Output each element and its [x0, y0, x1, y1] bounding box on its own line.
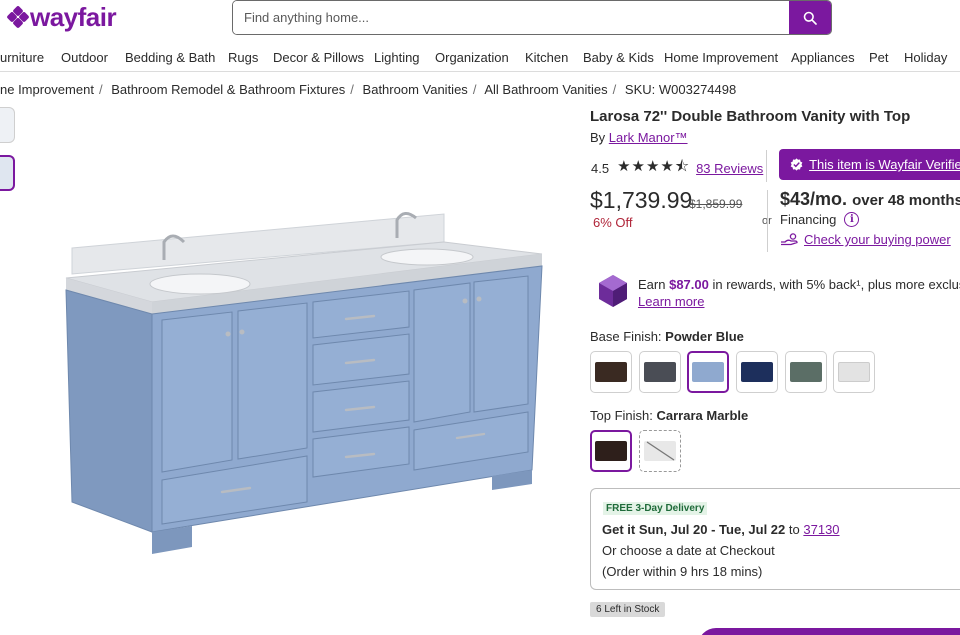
nav-item-lighting[interactable]: Lighting: [374, 50, 420, 65]
nav-item-rugs[interactable]: Rugs: [228, 50, 258, 65]
top-finish-label: Top Finish: Carrara Marble: [590, 408, 748, 423]
monthly-price: $43/mo. over 48 months: [780, 189, 960, 210]
search-bar: [232, 0, 832, 35]
rating-value: 4.5: [591, 161, 610, 176]
base-finish-swatch-white[interactable]: [833, 351, 875, 393]
top-finish-swatch-unavailable[interactable]: [639, 430, 681, 472]
nav-item-furniture[interactable]: urniture: [0, 50, 44, 65]
base-finish-value: Powder Blue: [665, 329, 744, 344]
nav-item-pet[interactable]: Pet: [869, 50, 889, 65]
breadcrumb-separator: /: [472, 82, 477, 97]
hand-coin-icon: [781, 233, 798, 246]
choose-date-text: Or choose a date at Checkout: [602, 543, 775, 558]
breadcrumb-separator: /: [612, 82, 617, 97]
nav-item-baby-kids[interactable]: Baby & Kids: [583, 50, 654, 65]
product-title: Larosa 72'' Double Bathroom Vanity with …: [590, 108, 911, 125]
verified-check-icon: [790, 158, 803, 171]
top-finish-value: Carrara Marble: [656, 408, 749, 423]
sale-price: $1,739.99: [590, 187, 693, 213]
search-button[interactable]: [789, 1, 831, 34]
financing-label: Financing: [780, 212, 837, 227]
rewards-earn-suffix: in rewards, with 5% back¹, plus more exc…: [712, 277, 960, 292]
top-finish-swatch-carrara[interactable]: [590, 430, 632, 472]
breadcrumb-sku: SKU: W003274498: [624, 82, 737, 97]
product-image[interactable]: [52, 202, 552, 582]
divider: [766, 150, 767, 182]
nav-item-decor-pillows[interactable]: Decor & Pillows: [273, 50, 364, 65]
verified-label: This item is Wayfair Verified: [809, 157, 960, 172]
delivery-box: FREE 3-Day Delivery Get it Sun, Jul 20 -…: [590, 488, 960, 590]
buying-power-row: Check your buying power: [780, 232, 951, 247]
nav-item-appliances[interactable]: Appliances: [791, 50, 855, 65]
wayfair-logo-icon: [6, 5, 30, 29]
logo-wordmark: wayfair: [30, 1, 117, 32]
unavailable-slash-icon: [646, 441, 675, 461]
free-delivery-badge: FREE 3-Day Delivery: [603, 502, 708, 515]
wayfair-verified-badge[interactable]: This item is Wayfair Verified: [779, 149, 960, 180]
base-finish-swatch-gray[interactable]: [639, 351, 681, 393]
breadcrumb-bathroom-vanities[interactable]: Bathroom Vanities: [363, 82, 468, 97]
base-finish-swatch-navy[interactable]: [736, 351, 778, 393]
search-input[interactable]: [233, 1, 789, 34]
original-price: $1,859.99: [689, 197, 743, 211]
get-it-prefix: Get it: [602, 522, 636, 537]
base-finish-swatch-green[interactable]: [785, 351, 827, 393]
reviews-link[interactable]: 83 Reviews: [696, 161, 763, 176]
add-to-cart-button[interactable]: [698, 628, 960, 635]
nav-item-home-improvement[interactable]: Home Improvement: [664, 50, 778, 65]
divider: [767, 190, 768, 252]
breadcrumb: ne Improvement / Bathroom Remodel & Bathr…: [0, 82, 740, 97]
nav-item-holiday[interactable]: Holiday: [904, 50, 947, 65]
search-icon: [803, 11, 817, 25]
rewards-gem-icon: [599, 275, 627, 307]
base-finish-swatch-espresso[interactable]: [590, 351, 632, 393]
stock-badge: 6 Left in Stock: [590, 602, 666, 617]
nav-item-kitchen[interactable]: Kitchen: [525, 50, 568, 65]
zip-code-link[interactable]: 37130: [803, 522, 839, 537]
check-buying-power-link[interactable]: Check your buying power: [804, 232, 951, 247]
monthly-amount: $43/mo.: [780, 189, 848, 209]
product-byline: By Lark Manor™: [590, 130, 688, 145]
top-finish-title: Top Finish:: [590, 408, 653, 423]
breadcrumb-separator: /: [98, 82, 103, 97]
product-rating: 4.5 ★★★★⯪ 83 Reviews: [591, 156, 763, 181]
monthly-term: over 48 months: [852, 192, 960, 209]
learn-more-link[interactable]: Learn more: [638, 294, 704, 309]
breadcrumb-bathroom-remodel[interactable]: Bathroom Remodel & Bathroom Fixtures: [111, 82, 345, 97]
gallery-thumbnail-1[interactable]: [0, 107, 15, 143]
wayfair-logo[interactable]: wayfair: [6, 1, 117, 32]
delivery-date-range: Sun, Jul 20 - Tue, Jul 22: [638, 522, 786, 537]
rewards-text: Earn $87.00 in rewards, with 5% back¹, p…: [638, 276, 960, 310]
nav-item-bedding-bath[interactable]: Bedding & Bath: [125, 50, 215, 65]
nav-item-organization[interactable]: Organization: [435, 50, 509, 65]
financing-row: Financing i: [780, 212, 860, 227]
star-rating-icon: ★★★★⯪: [617, 158, 691, 175]
discount-label: 6% Off: [593, 215, 633, 230]
delivery-to: to: [788, 522, 800, 537]
rewards-earn-prefix: Earn: [638, 277, 666, 292]
base-finish-label: Base Finish: Powder Blue: [590, 329, 744, 344]
breadcrumb-all-vanities[interactable]: All Bathroom Vanities: [484, 82, 607, 97]
info-icon[interactable]: i: [844, 212, 860, 227]
delivery-dates: Get it Sun, Jul 20 - Tue, Jul 22 to 3713…: [602, 522, 840, 537]
order-within-text: (Order within 9 hrs 18 mins): [602, 564, 763, 579]
byline-prefix: By: [590, 130, 606, 145]
category-nav: urniture Outdoor Bedding & Bath Rugs Dec…: [0, 42, 960, 72]
rewards-amount: $87.00: [669, 277, 709, 292]
nav-item-outdoor[interactable]: Outdoor: [61, 50, 108, 65]
brand-link[interactable]: Lark Manor™: [609, 130, 688, 145]
gallery-thumbnail-2[interactable]: [0, 155, 15, 191]
base-finish-swatch-powder-blue[interactable]: [687, 351, 729, 393]
site-header: wayfair: [0, 0, 960, 42]
breadcrumb-home-improvement[interactable]: ne Improvement: [0, 82, 94, 97]
breadcrumb-separator: /: [350, 82, 354, 97]
base-finish-title: Base Finish:: [590, 329, 662, 344]
